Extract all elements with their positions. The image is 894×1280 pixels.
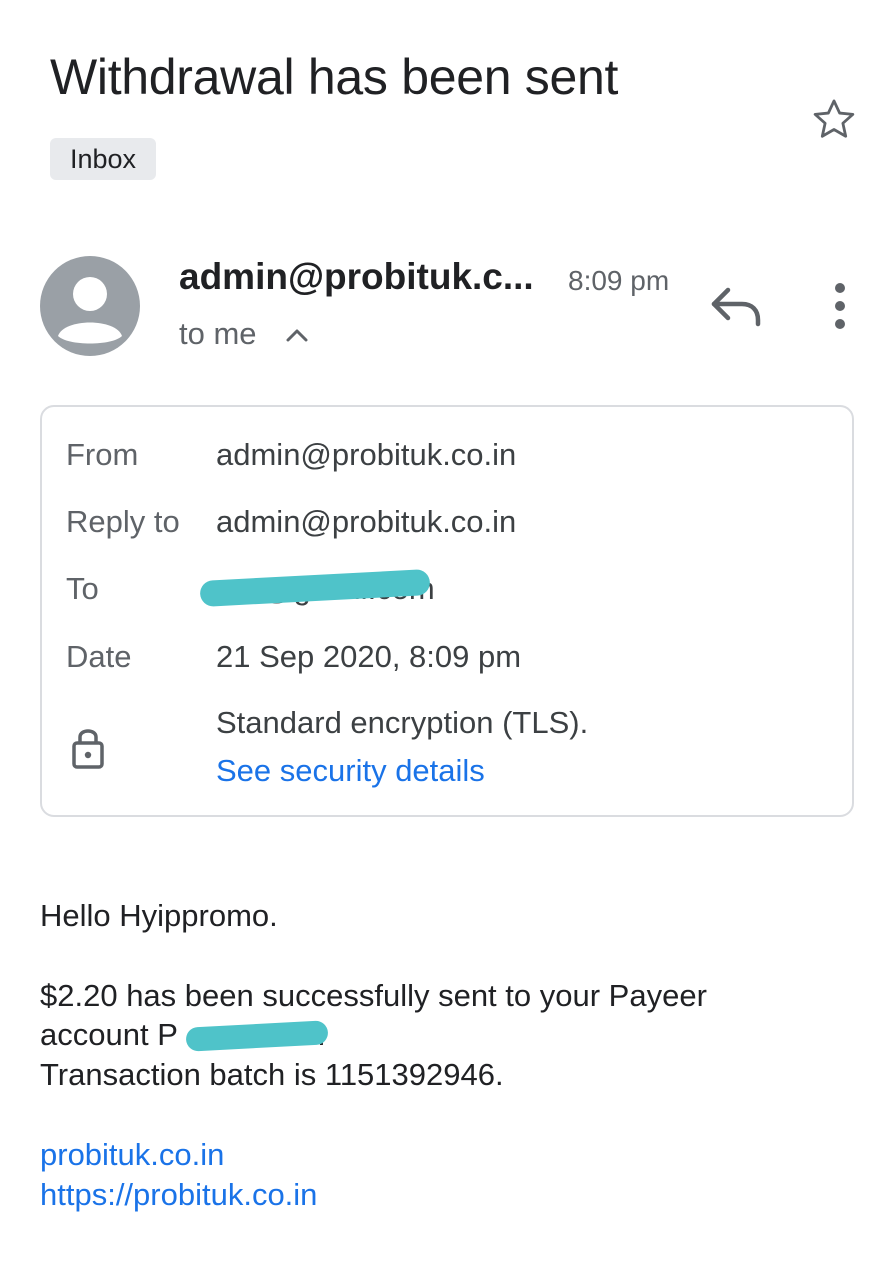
person-icon [58,277,122,344]
greeting-text: Hello Hyippromo. [40,898,278,933]
reply-icon[interactable] [706,282,766,330]
chevron-up-icon[interactable] [284,324,310,346]
from-label: From [66,437,139,472]
account-prefix: account P [40,1017,178,1052]
lock-icon [72,729,104,769]
date-value: 21 Sep 2020, 8:09 pm [216,639,522,674]
body-line-1: $2.20 has been successfully sent to your… [40,978,707,1013]
star-icon[interactable] [808,94,860,146]
sender-avatar[interactable] [40,256,140,356]
email-subject: Withdrawal has been sent [50,49,619,105]
to-label: To [66,571,99,606]
website-link[interactable]: probituk.co.in [40,1137,224,1173]
reply-to-value[interactable]: admin@probituk.co.in [216,504,516,540]
email-time: 8:09 pm [568,265,670,296]
from-value[interactable]: admin@probituk.co.in [216,437,516,473]
body-line-3: Transaction batch is 1151392946. [40,1057,504,1092]
reply-to-label: Reply to [66,504,180,539]
more-vert-icon[interactable] [820,280,860,332]
website-url-link[interactable]: https://probituk.co.in [40,1177,317,1213]
recipient-summary[interactable]: to me [179,316,257,352]
encryption-text: Standard encryption (TLS). [216,705,589,740]
security-details-link[interactable]: See security details [216,753,485,789]
date-label: Date [66,639,132,674]
inbox-label-chip[interactable]: Inbox [50,138,157,180]
sender-name[interactable]: admin@probituk.c... [179,256,534,298]
email-details-card: From admin@probituk.co.in Reply to admin… [40,405,854,817]
